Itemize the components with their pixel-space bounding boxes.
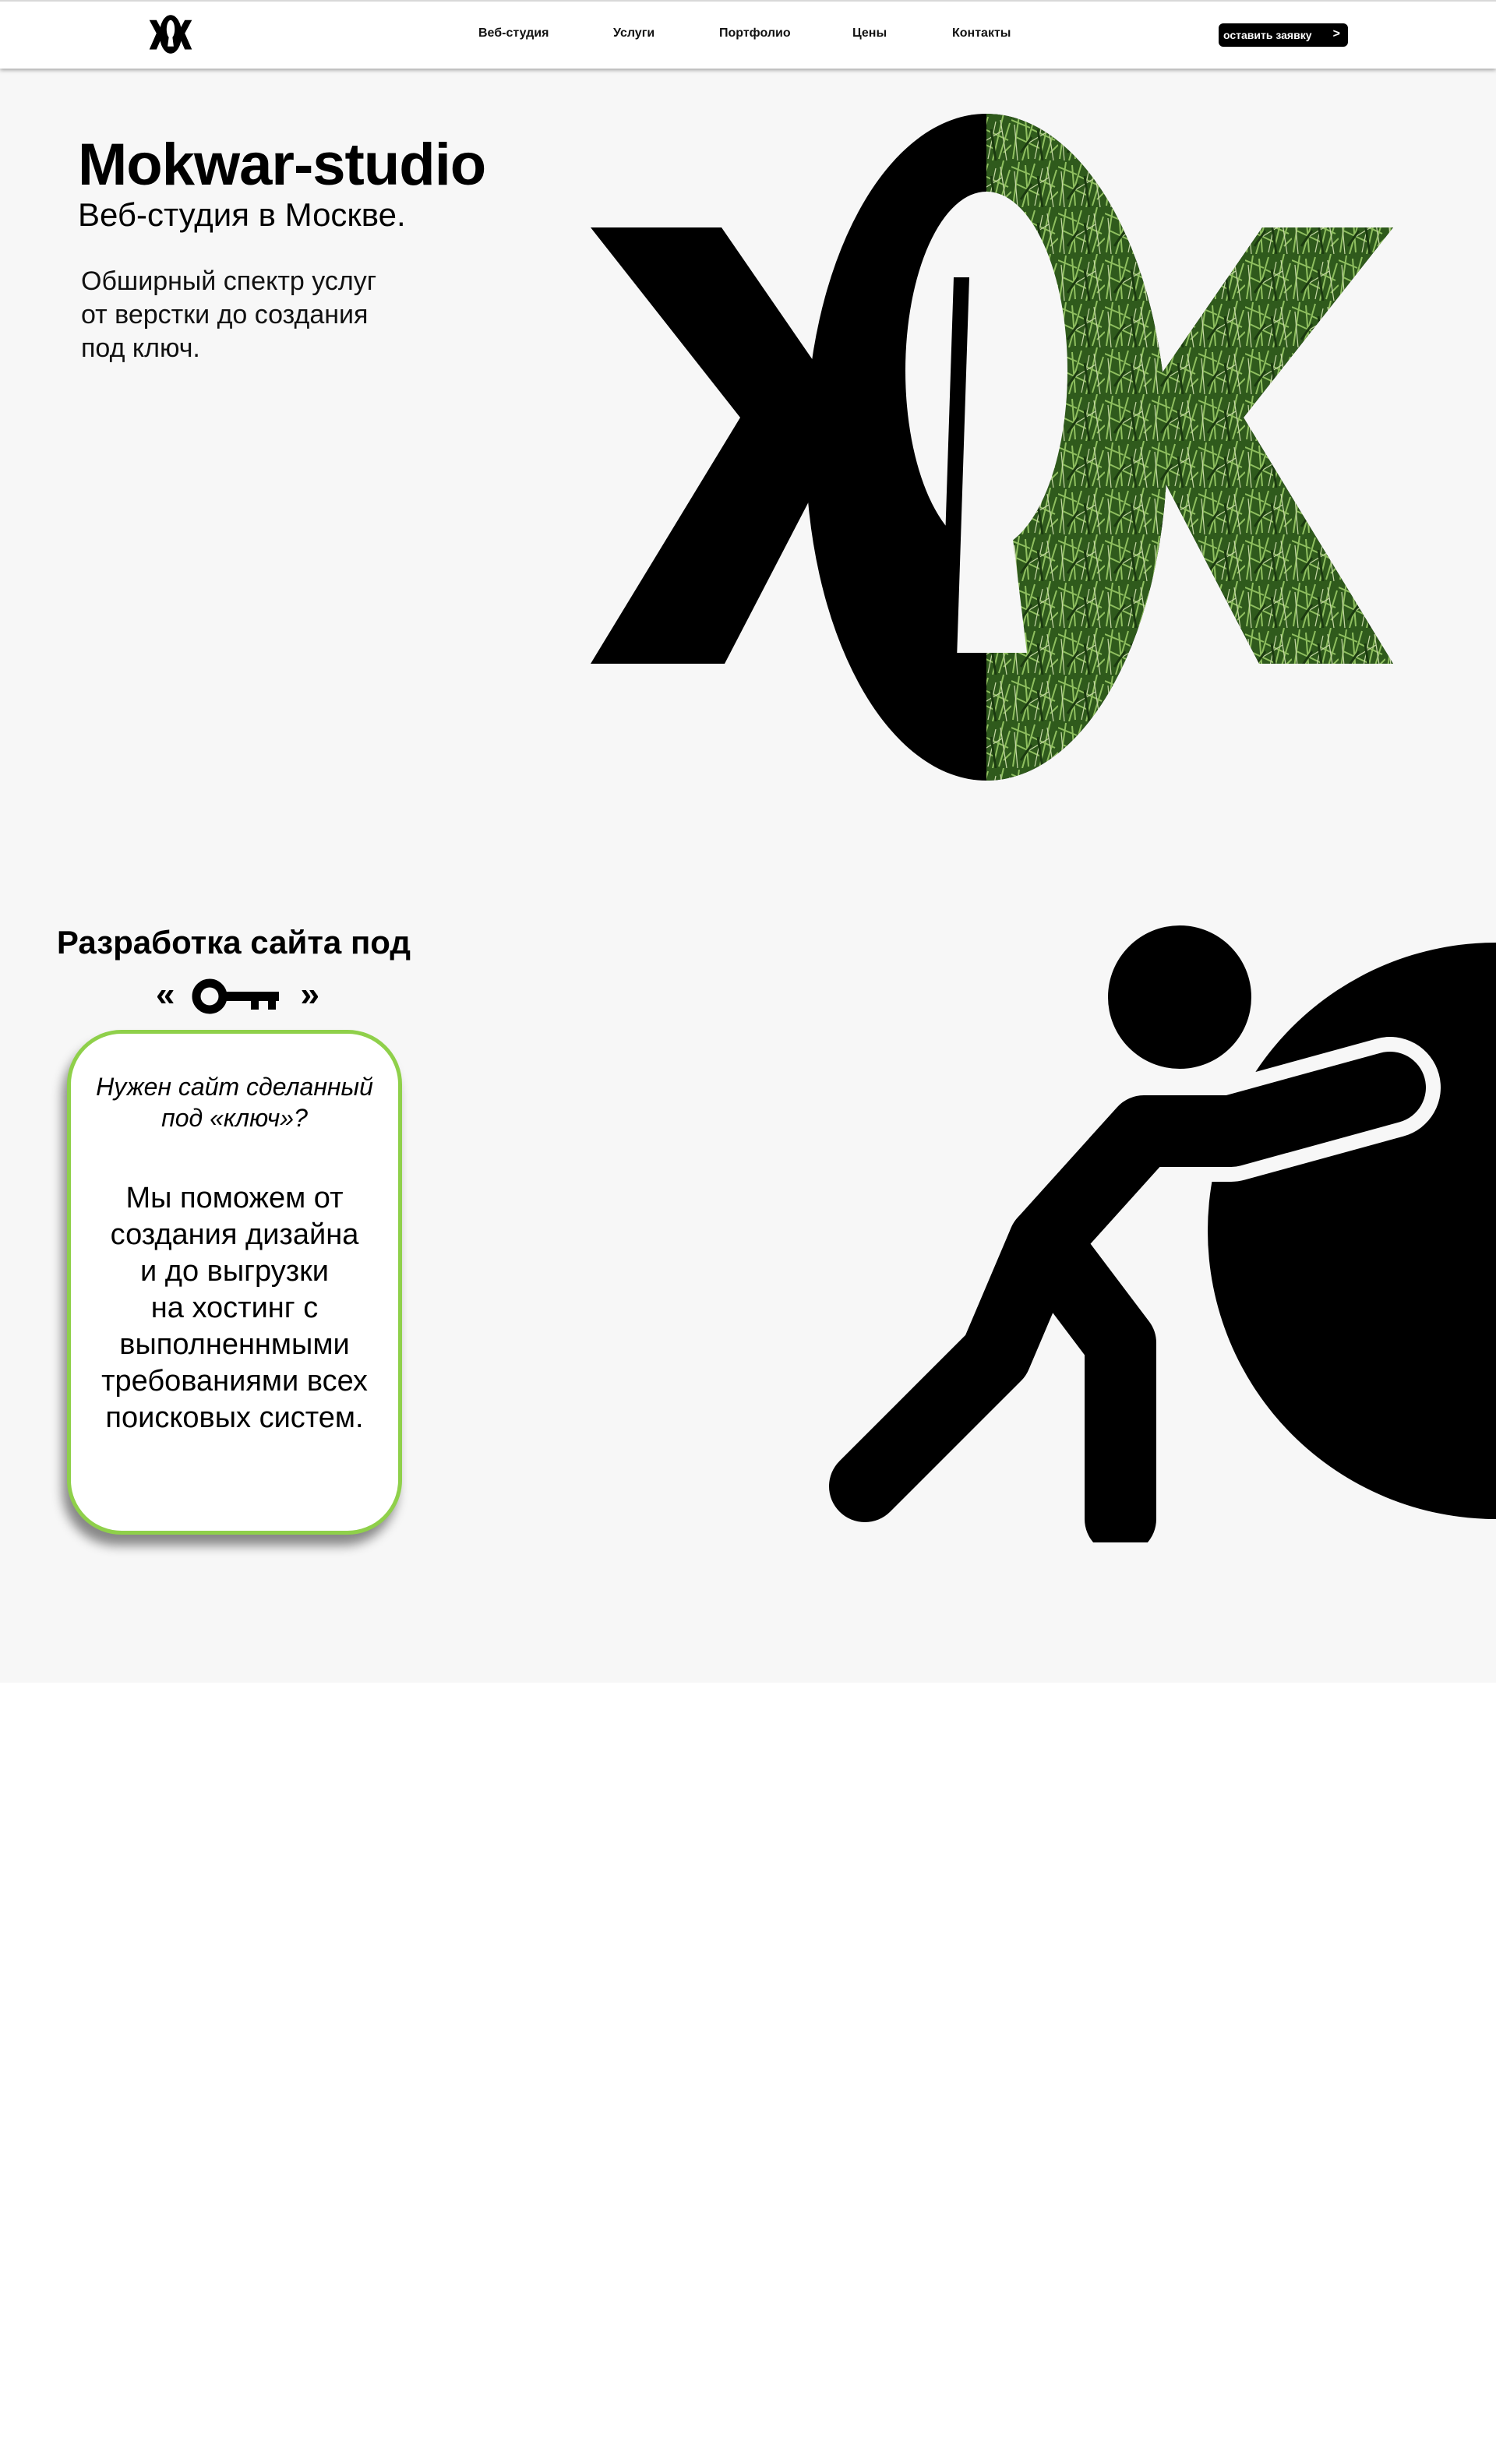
turnkey-card: Нужен сайт сделанный под «ключ»? Мы помо… <box>67 1030 402 1535</box>
hero-subtitle: Веб-студия в Москве. <box>78 196 406 233</box>
leave-request-label: оставить заявку <box>1223 29 1312 41</box>
nav-item-web-studio[interactable]: Веб-студия <box>478 26 549 41</box>
hero-description-line: Обширный спектр услуг <box>81 266 377 296</box>
card-body-line: поисковых систем. <box>105 1401 364 1434</box>
nav-item-prices[interactable]: Цены <box>852 26 887 41</box>
nav-item-portfolio[interactable]: Портфолио <box>719 26 791 41</box>
section-title: Разработка сайта под <box>56 924 411 961</box>
card-body: Мы поможем от создания дизайна и до выгр… <box>86 1180 383 1436</box>
card-question-line: Нужен сайт сделанный <box>96 1073 373 1101</box>
nav-item-contacts[interactable]: Контакты <box>952 26 1011 41</box>
card-body-line: требованиями всех <box>101 1365 368 1398</box>
hero-title: Mokwar-studio <box>78 132 486 198</box>
card-question: Нужен сайт сделанный под «ключ»? <box>86 1071 383 1133</box>
hero-description-line: от верстки до создания <box>81 300 369 330</box>
card-body-line: выполненнмыми <box>119 1328 350 1361</box>
site-header: Веб-студия Услуги Портфолио Цены Контакт… <box>0 0 1496 69</box>
card-body-line: создания дизайна <box>110 1218 359 1251</box>
card-question-line: под «ключ»? <box>161 1104 308 1132</box>
nav-item-services[interactable]: Услуги <box>613 26 654 41</box>
mokwar-large-logo-icon <box>591 114 1393 781</box>
person-pushing-ball-icon <box>826 925 1496 1542</box>
card-body-line: Мы поможем от <box>125 1182 344 1214</box>
card-body-line: на хостинг с <box>150 1292 319 1324</box>
key-heading: « » <box>156 972 319 1022</box>
key-icon <box>192 978 279 1014</box>
arrow-right-icon: > <box>1332 27 1340 41</box>
quote-close: » <box>300 975 319 1013</box>
quote-open: « <box>156 975 175 1013</box>
card-body-line: и до выгрузки <box>140 1255 329 1288</box>
hero-description: Обширный спектр услуг от верстки до созд… <box>81 265 486 365</box>
leave-request-button[interactable]: оставить заявку > <box>1219 23 1348 47</box>
hero-description-line: под ключ. <box>81 333 200 363</box>
mokwar-logo-icon[interactable] <box>145 14 196 55</box>
